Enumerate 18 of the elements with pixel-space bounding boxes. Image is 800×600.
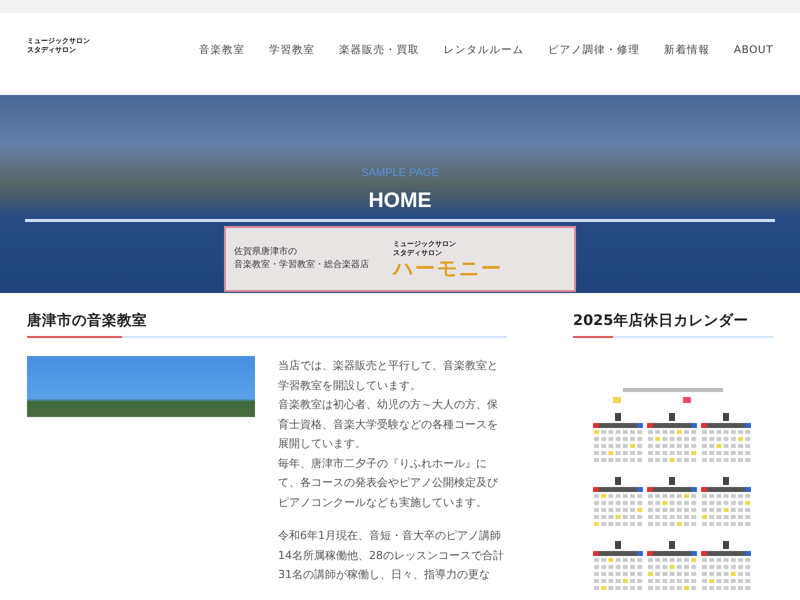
banner-logo-name: ハーモニー <box>393 258 503 278</box>
nav-link[interactable]: レンタルルーム <box>443 43 524 59</box>
body-paragraph: 音楽教室は初心者、幼児の方～大人の方、保育士資格、音楽大学受験などの各種コースを展開しています。 <box>278 397 499 452</box>
nav-link[interactable]: ABOUT <box>734 43 773 59</box>
banner-text: 音楽教室・学習教室・総合楽器店 <box>234 258 369 272</box>
section-heading: 唐津市の音楽教室 <box>27 313 148 331</box>
nav-link[interactable]: 楽器販売・買取 <box>338 43 420 59</box>
hero-subtitle: SAMPLE PAGE <box>361 166 439 181</box>
banner-text: 佐賀県唐津市の <box>234 246 298 258</box>
body-paragraph: 当店では、楽器販売と平行して、音楽教室と学習教室を開設しています。 <box>278 358 499 394</box>
nav-link[interactable]: ピアノ調律・修理 <box>548 43 640 59</box>
body-paragraph: 毎年、唐津市二夕子の『りふれホール』にて、各コースの発表会やピアノ公開検定及びピアノコンクールなども実施しています。 <box>278 456 499 511</box>
nav-link[interactable]: 音楽教室 <box>198 43 245 59</box>
nav-link[interactable]: 新着情報 <box>664 43 710 59</box>
nav-link[interactable]: 学習教室 <box>268 43 315 59</box>
body-paragraph: 令和6年1月現在、音短・音大卒のピアノ講師14名所属稼働他、28のレッスンコースで合計31名の講師が稼働し、日々、指導力の更な <box>278 528 505 584</box>
hero-title: HOME <box>368 190 432 210</box>
section-heading: 2025年店休日カレンダー <box>573 313 750 331</box>
